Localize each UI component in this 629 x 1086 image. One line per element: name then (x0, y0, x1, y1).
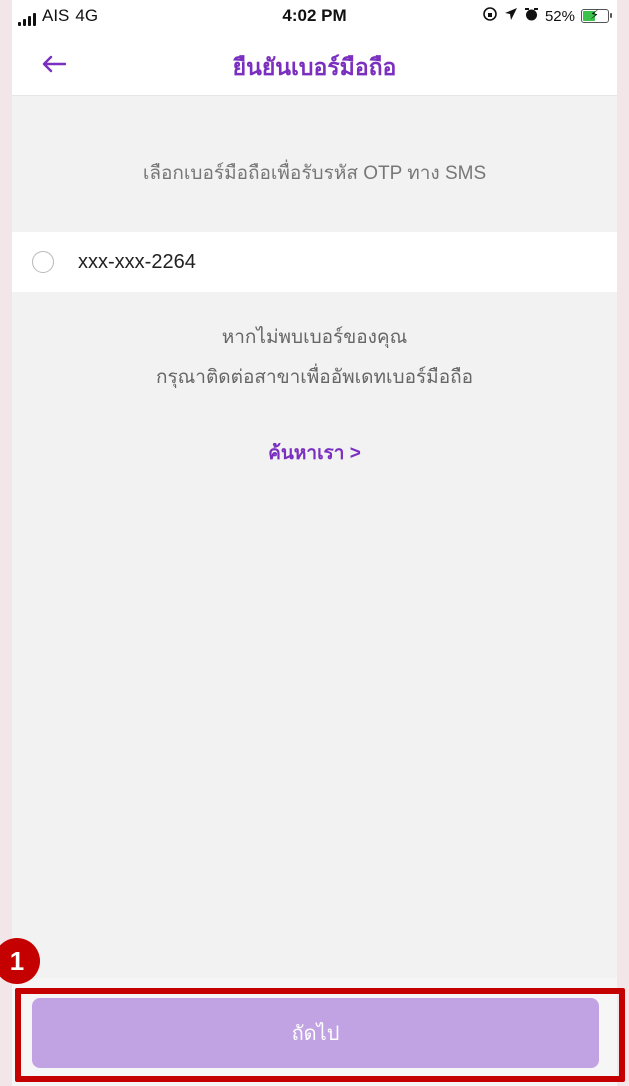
charging-bolt-icon: ⚡ (590, 7, 600, 22)
location-icon (504, 7, 518, 25)
not-found-line-2: กรุณาติดต่อสาขาเพื่ออัพเดทเบอร์มือถือ (155, 367, 474, 388)
app-header: ยืนยันเบอร์มือถือ (12, 32, 617, 96)
alarm-icon (524, 7, 539, 26)
otp-instruction: เลือกเบอร์มือถือเพื่อรับรหัส OTP ทาง SMS (142, 163, 487, 184)
phone-screen: AIS 4G 4:02 PM 52% ⚡ ยืนยันเบอร์มือถือ เ… (12, 0, 617, 1086)
not-found-line-1: หากไม่พบเบอร์ของคุณ (221, 327, 408, 348)
phone-number-option[interactable]: xxx-xxx-2264 (12, 232, 617, 292)
page-title: ยืนยันเบอร์มือถือ (232, 54, 397, 80)
status-bar: AIS 4G 4:02 PM 52% ⚡ (12, 0, 617, 32)
phone-number-label: xxx-xxx-2264 (78, 250, 196, 273)
find-us-link[interactable]: ค้นหาเรา > (12, 438, 617, 468)
battery-percent: 52% (544, 7, 575, 25)
status-right: 52% ⚡ (482, 6, 612, 26)
annotation-highlight-box (15, 988, 625, 1082)
phone-number-radio[interactable] (32, 251, 54, 273)
lock-rotation-icon (482, 6, 498, 26)
number-not-found-message: หากไม่พบเบอร์ของคุณ กรุณาติดต่อสาขาเพื่อ… (12, 318, 617, 398)
battery-icon: ⚡ (581, 7, 612, 23)
